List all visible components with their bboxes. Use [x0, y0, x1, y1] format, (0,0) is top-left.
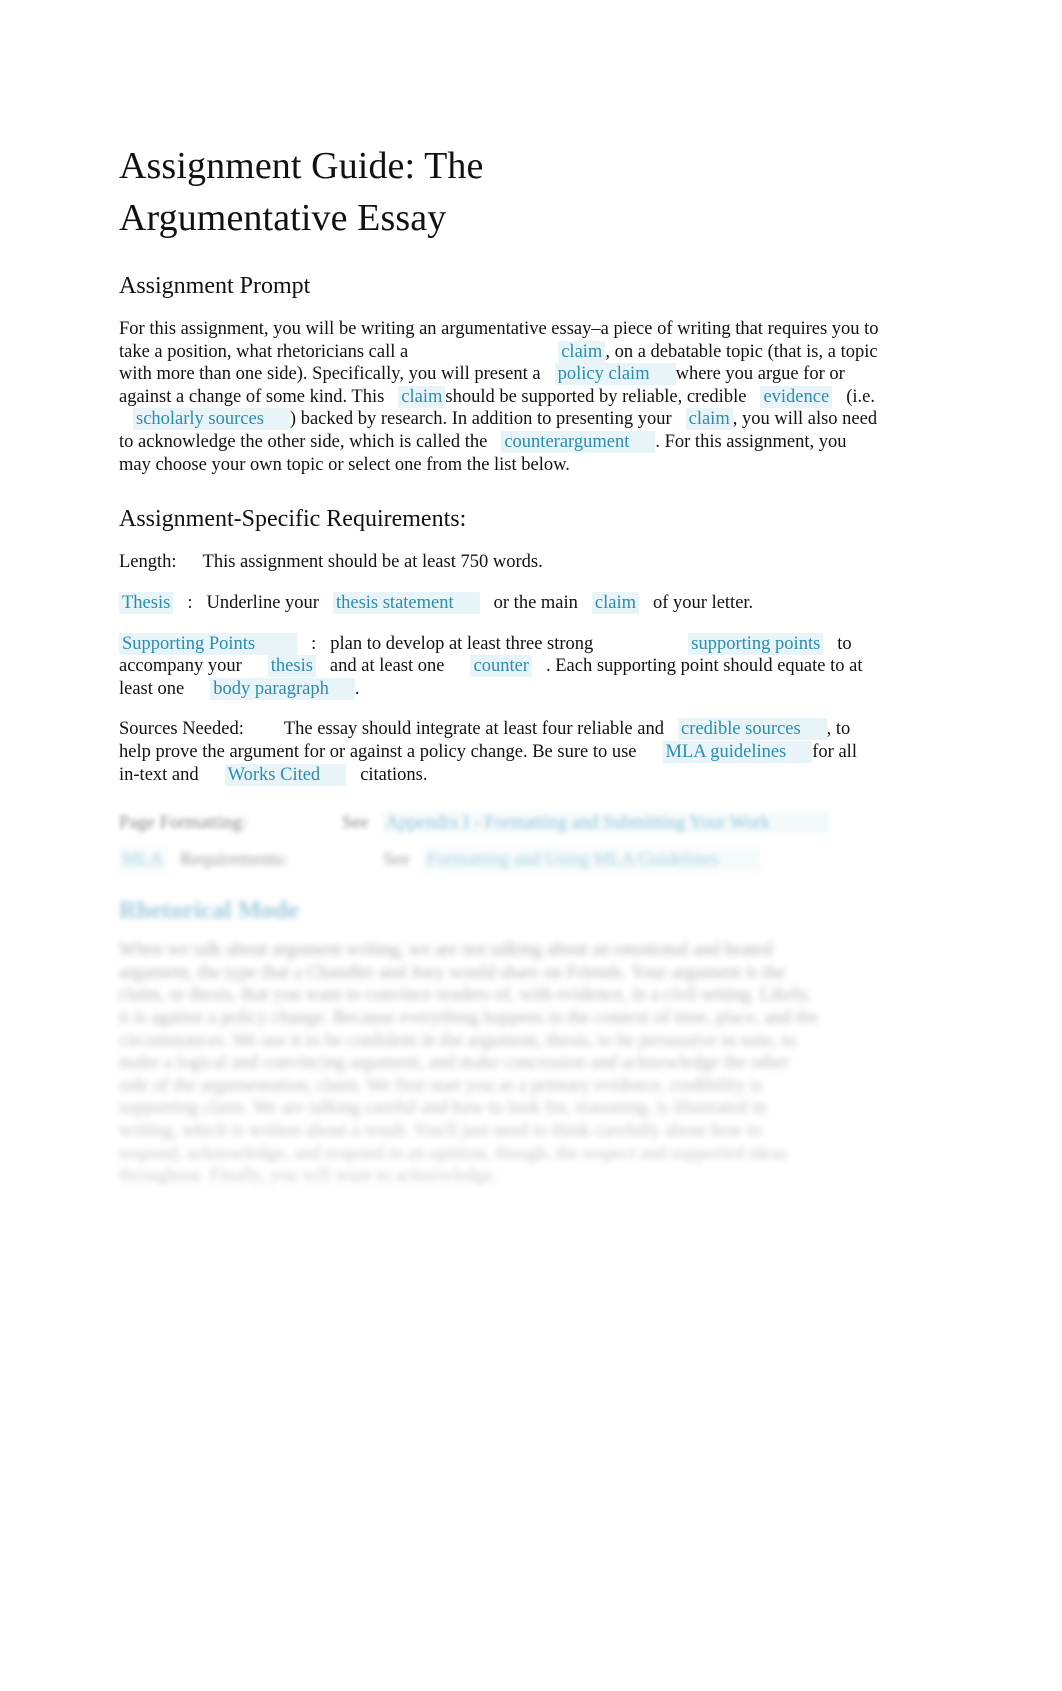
assignment-prompt-paragraph: For this assignment, you will be writing… — [119, 318, 879, 476]
sources-needed-label: Sources Needed: — [119, 719, 244, 740]
link-works-cited[interactable]: Works Cited — [224, 763, 347, 786]
link-credible-sources[interactable]: credible sources — [677, 718, 827, 741]
link-counter[interactable]: counter — [470, 655, 532, 678]
thesis-colon: : — [187, 593, 193, 613]
thesis-text-3: of your letter. — [653, 593, 754, 613]
sources-text-4: citations. — [360, 764, 428, 785]
prompt-text-4: should be supported by reliable, credibl… — [445, 386, 747, 407]
assignment-prompt-heading: Assignment Prompt — [119, 272, 311, 299]
page-title-line-1: Assignment Guide: The — [119, 145, 484, 187]
supporting-colon: : — [311, 633, 317, 654]
link-supporting-points-label[interactable]: Supporting Points — [119, 632, 298, 655]
page-title-line-2: Argumentative Essay — [119, 197, 447, 240]
link-mla-guidelines[interactable]: MLA guidelines — [662, 740, 813, 763]
link-thesis[interactable]: thesis — [267, 655, 316, 678]
rhetorical-mode-paragraph: When we talk about argument writing, we … — [119, 940, 819, 1187]
requirement-page-formatting: Page Formatting: See Appendix I - Formatti… — [119, 812, 909, 835]
mla-see: See — [383, 849, 410, 870]
thesis-text-2: or the main — [493, 593, 578, 613]
link-mla-label[interactable]: MLA — [119, 848, 167, 871]
link-counterargument[interactable]: counterargument — [501, 431, 656, 454]
page-formatting-label: Page Formatting: — [119, 813, 247, 833]
mla-requirements-label: Requirements: — [180, 849, 289, 870]
link-scholarly-sources[interactable]: scholarly sources — [133, 408, 290, 431]
requirement-mla: MLA Requirements: See Formatting and Using … — [119, 848, 909, 872]
requirement-supporting-points: Supporting Points: plan to develop at lea… — [119, 632, 879, 701]
link-evidence[interactable]: evidence — [760, 385, 833, 408]
prompt-text-5: (i.e. — [846, 386, 875, 407]
sources-text-1: The essay should integrate at least four… — [283, 719, 664, 740]
document-content: Assignment Guide: The Argumentative Essa… — [119, 140, 879, 804]
supporting-text-5: . — [354, 678, 360, 699]
thesis-text-1: Underline your — [206, 593, 319, 613]
document-page: Assignment Guide: The Argumentative Essa… — [0, 0, 1062, 1691]
prompt-text-6: ) backed by research. In addition to pre… — [289, 409, 672, 430]
link-thesis-label[interactable]: Thesis — [119, 592, 174, 614]
length-value: This assignment should be at least 750 w… — [202, 552, 543, 573]
page-formatting-see: See — [341, 813, 369, 833]
requirement-length: Length: This assignment should be at leas… — [119, 551, 879, 574]
link-supporting-points[interactable]: supporting points — [688, 632, 824, 655]
rhetorical-mode-heading: Rhetorical Mode — [119, 897, 299, 925]
link-mla-formatting-guidelines[interactable]: Formatting and Using MLA Guidelines — [423, 848, 761, 871]
link-body-paragraph[interactable]: body paragraph — [210, 677, 355, 700]
link-claim-3[interactable]: claim — [685, 408, 733, 431]
link-policy-claim[interactable]: policy claim — [554, 363, 676, 386]
link-claim-2[interactable]: claim — [398, 385, 446, 408]
link-claim-1[interactable]: claim — [558, 340, 606, 363]
link-thesis-statement[interactable]: thesis statement — [332, 592, 480, 614]
page-title: Assignment Guide: The Argumentative Essa… — [119, 140, 589, 245]
supporting-text-1: plan to develop at least three strong — [330, 633, 594, 654]
link-appendix-formatting[interactable]: Appendix I - Formatting and Submitting Y… — [382, 812, 831, 834]
requirements-heading: Assignment-Specific Requirements: — [119, 506, 467, 533]
faded-lower-section: Page Formatting: See Appendix I - Formatti… — [119, 812, 909, 1188]
length-label: Length: — [119, 552, 177, 573]
requirement-thesis: Thesis: Underline your thesis statement or … — [119, 592, 879, 615]
link-thesis-claim[interactable]: claim — [591, 592, 639, 614]
supporting-text-3: and at least one — [329, 656, 445, 677]
requirement-sources-needed: Sources Needed: The essay should integrat… — [119, 718, 879, 786]
